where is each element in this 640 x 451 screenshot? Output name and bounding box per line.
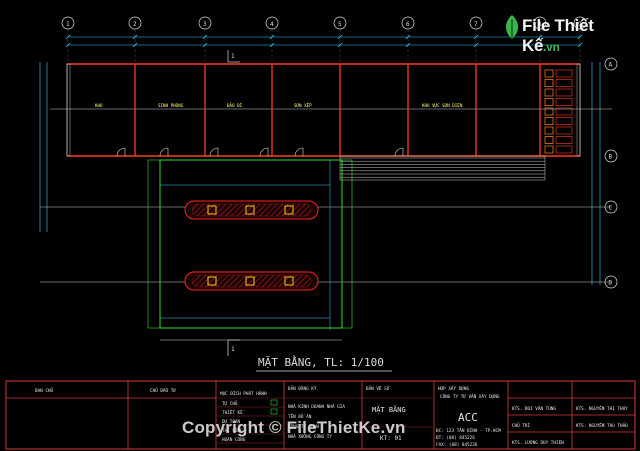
contractor-address: ĐC: 123 TÂN BÌNH - TP.HCM bbox=[436, 427, 501, 434]
title-block: BAN CHỦ CHỦ ĐẦU TƯ MỤC ĐÍCH PHÁT HÀNH TỰ… bbox=[5, 380, 636, 450]
purpose-header: MỤC ĐÍCH PHÁT HÀNH bbox=[220, 389, 267, 397]
sheet-header: BẢN VẼ SỐ bbox=[366, 384, 391, 392]
grid-bubble-label: B bbox=[609, 154, 613, 161]
purpose-item: TỰ CHỦ bbox=[222, 399, 238, 407]
room-label: BẢO BÌ bbox=[227, 103, 243, 108]
grid-bubble-label: 1 bbox=[66, 21, 70, 28]
toilet-block bbox=[544, 69, 573, 154]
room-label: SINH PHÒNG bbox=[158, 103, 184, 108]
section-marker-top: 1 bbox=[227, 50, 240, 63]
svg-text:1: 1 bbox=[231, 53, 235, 60]
grid-lines bbox=[40, 108, 612, 283]
grid-bubble-label: C bbox=[609, 205, 613, 212]
registration-header: BẢN ĐĂNG KÝ bbox=[288, 384, 317, 392]
grid-bubble-label: A bbox=[609, 62, 613, 69]
signer: KTS. LƯƠNG DUY THIỆN bbox=[512, 438, 564, 446]
signer: KTS. BÙI VĂN TÙNG bbox=[512, 405, 556, 412]
grid-bubble-label: 4 bbox=[270, 21, 274, 28]
room-label: KHU VỰC SƠN ĐIỆN bbox=[422, 103, 463, 108]
grid-bubble-label: 7 bbox=[474, 21, 478, 28]
grid-axis-right: A B C D bbox=[604, 57, 618, 289]
grid-bubble-label: 3 bbox=[203, 21, 207, 28]
drawing-title: MẶT BẰNG, TL: 1/100 bbox=[258, 355, 384, 369]
cad-drawing-viewport[interactable]: 123456789 ABCD KHO SINH PHÒNG BẢO BÌ SƠN… bbox=[0, 0, 640, 451]
logo-text: File Thiết Kế.vn bbox=[522, 16, 594, 55]
svg-text:1: 1 bbox=[231, 346, 235, 353]
grid-bubble-label: 5 bbox=[338, 21, 342, 28]
entrance-steps bbox=[339, 155, 546, 181]
contractor-fax: FAX: (08) 845226 bbox=[436, 442, 478, 448]
building-plan bbox=[66, 63, 581, 181]
leaf-icon bbox=[506, 15, 518, 39]
contractor-tel: ĐT: (08) 845226 bbox=[436, 435, 475, 441]
sheet-title: MẶT BẰNG bbox=[372, 405, 406, 414]
contractor-header: HỢP XÂY DỰNG bbox=[438, 385, 469, 392]
room-label: SƠN XẾP bbox=[294, 103, 312, 108]
planter-lower bbox=[184, 271, 319, 291]
room-label: KHO bbox=[95, 103, 103, 108]
copyright-watermark: Copyright © FileThietKe.vn bbox=[182, 418, 406, 437]
yard-fence bbox=[147, 159, 353, 341]
registration-item: NHÀ KINH DOANH NHÀ GIA bbox=[288, 403, 345, 410]
contractor-logo-text: ACC bbox=[458, 411, 478, 424]
planter-upper bbox=[184, 200, 319, 220]
contractor-sub: CÔNG TY TƯ VẤN XÂY DỰNG bbox=[440, 393, 500, 400]
grid-bubble-label: 6 bbox=[406, 21, 410, 28]
dimension-lines bbox=[39, 36, 601, 319]
site-logo[interactable]: File Thiết Kế.vn bbox=[502, 12, 614, 55]
signer: KTS. NGUYỄN THU THẢO bbox=[576, 421, 628, 429]
signer: CHỦ TRÌ bbox=[512, 421, 531, 429]
grid-bubble-label: 2 bbox=[133, 21, 137, 28]
signer: KTS. NGUYỄN THỊ THÚY bbox=[576, 404, 628, 412]
grid-bubble-label: D bbox=[609, 280, 613, 287]
door-swings bbox=[116, 147, 404, 157]
section-marker-bottom: 1 bbox=[227, 339, 240, 356]
owner-label: BAN CHỦ bbox=[35, 386, 54, 394]
purpose-item: THIẾT KẾ bbox=[222, 408, 245, 416]
investor-label: CHỦ ĐẦU TƯ bbox=[150, 386, 176, 394]
